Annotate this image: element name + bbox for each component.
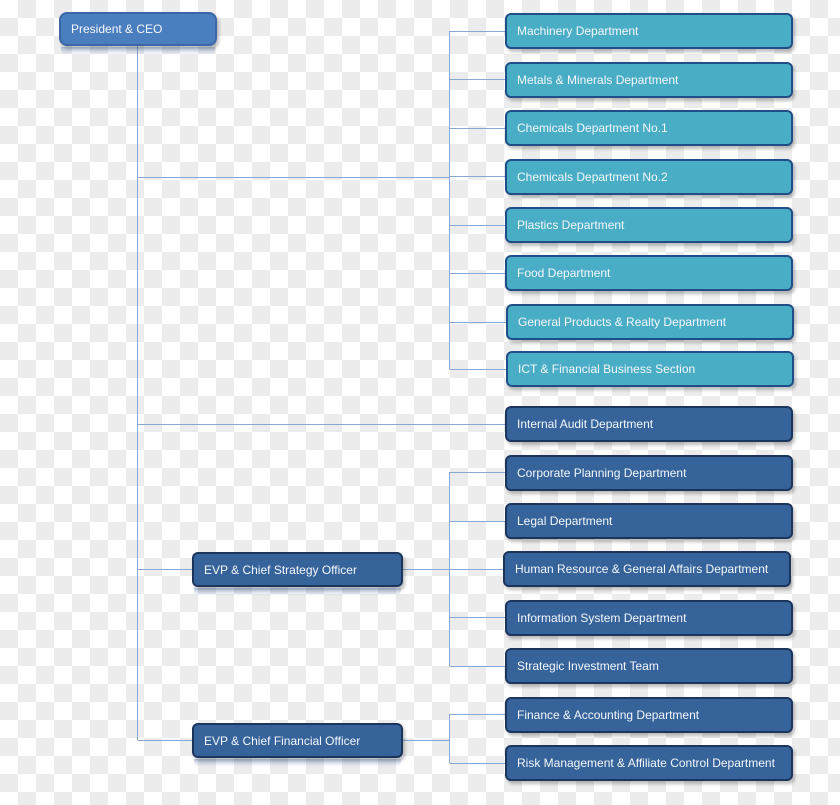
node-label: Risk Management & Affiliate Control Depa…: [517, 756, 775, 770]
node-label: General Products & Realty Department: [518, 315, 727, 329]
node-machinery-department[interactable]: Machinery Department: [505, 13, 793, 49]
node-label: Corporate Planning Department: [517, 466, 687, 480]
node-label: Legal Department: [517, 514, 613, 528]
node-finance-accounting-department[interactable]: Finance & Accounting Department: [505, 697, 793, 733]
node-reflection: [61, 47, 215, 55]
node-label: Human Resource & General Affairs Departm…: [515, 562, 769, 576]
node-label: Strategic Investment Team: [517, 659, 659, 673]
node-label: Finance & Accounting Department: [517, 708, 700, 722]
node-label: Plastics Department: [517, 218, 625, 232]
node-human-resource-general-affairs-department[interactable]: Human Resource & General Affairs Departm…: [503, 551, 791, 587]
node-metals-minerals-department[interactable]: Metals & Minerals Department: [505, 62, 793, 98]
node-legal-department[interactable]: Legal Department: [505, 503, 793, 539]
node-evp-chief-strategy-officer[interactable]: EVP & Chief Strategy Officer: [192, 552, 403, 587]
node-risk-management-affiliate-control-department[interactable]: Risk Management & Affiliate Control Depa…: [505, 745, 793, 781]
node-chemicals-department-2[interactable]: Chemicals Department No.2: [505, 159, 793, 195]
node-label: Chemicals Department No.2: [517, 170, 668, 184]
node-reflection: [194, 588, 401, 596]
node-label: EVP & Chief Strategy Officer: [204, 562, 357, 577]
node-plastics-department[interactable]: Plastics Department: [505, 207, 793, 243]
node-label: Information System Department: [517, 611, 687, 625]
node-ict-financial-business-section[interactable]: ICT & Financial Business Section: [506, 351, 794, 387]
node-evp-chief-financial-officer[interactable]: EVP & Chief Financial Officer: [192, 723, 403, 758]
node-president-ceo[interactable]: President & CEO: [59, 12, 217, 46]
node-strategic-investment-team[interactable]: Strategic Investment Team: [505, 648, 793, 684]
node-label: Food Department: [517, 266, 611, 280]
node-label: Internal Audit Department: [517, 417, 654, 431]
node-label: President & CEO: [71, 22, 163, 36]
node-general-products-realty-department[interactable]: General Products & Realty Department: [506, 304, 794, 340]
node-label: Metals & Minerals Department: [517, 73, 679, 87]
node-label: Chemicals Department No.1: [517, 121, 668, 135]
node-internal-audit-department[interactable]: Internal Audit Department: [505, 406, 793, 442]
node-label: EVP & Chief Financial Officer: [204, 733, 361, 748]
node-label: Machinery Department: [517, 24, 639, 38]
node-corporate-planning-department[interactable]: Corporate Planning Department: [505, 455, 793, 491]
node-label: ICT & Financial Business Section: [518, 362, 696, 376]
node-reflection: [194, 759, 401, 767]
node-food-department[interactable]: Food Department: [505, 255, 793, 291]
org-chart: President & CEO Machinery Department Met…: [0, 0, 840, 805]
node-information-system-department[interactable]: Information System Department: [505, 600, 793, 636]
node-chemicals-department-1[interactable]: Chemicals Department No.1: [505, 110, 793, 146]
